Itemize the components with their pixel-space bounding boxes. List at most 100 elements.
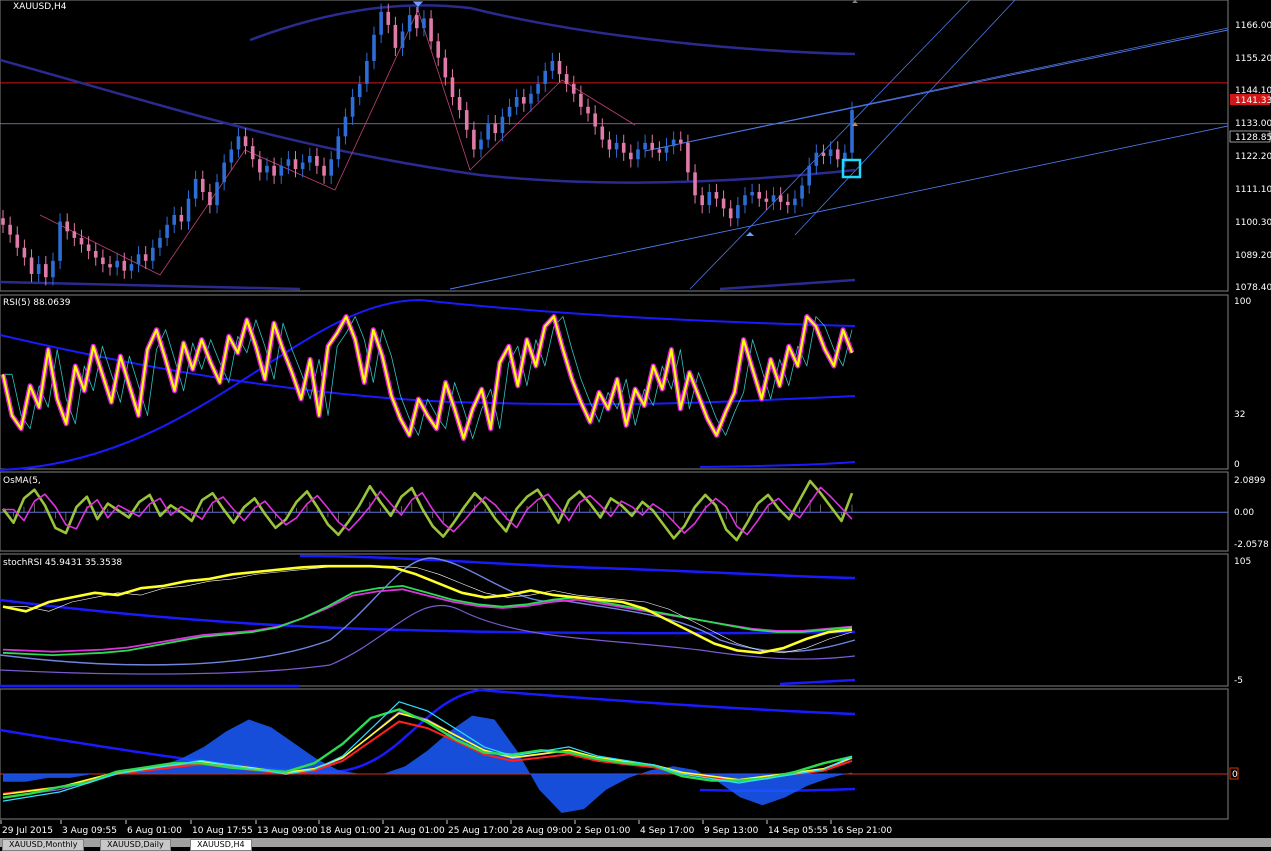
candle-body (486, 123, 490, 140)
candle-body (243, 136, 248, 147)
rsi-lower-band (0, 334, 856, 406)
candle-body (850, 110, 854, 153)
candle-body (714, 192, 719, 199)
candle-body (778, 195, 783, 202)
stochrsi-pane[interactable] (0, 554, 856, 688)
price-pane[interactable] (0, 0, 1229, 291)
price-axis: 1166.00 1155.20 1144.10 1133.00 1122.20 … (1229, 21, 1271, 293)
candle-body (143, 254, 148, 261)
candle-body (614, 142, 619, 150)
candle-body (36, 264, 41, 274)
rsi-bottom-band (699, 461, 856, 468)
candle-body (293, 159, 298, 170)
histogram-pane-frame (0, 688, 1229, 820)
candle-body (172, 214, 177, 225)
time-axis: 29 Jul 2015 3 Aug 09:55 6 Aug 01:00 10 Aug … (0, 820, 892, 836)
histogram-level-label: 0 (1232, 770, 1238, 780)
candle-body (372, 34, 376, 61)
candle-body (721, 198, 726, 209)
histogram-pane[interactable] (0, 688, 1228, 813)
candle-body (129, 264, 134, 271)
candle-body (550, 60, 555, 71)
candle-body (807, 165, 811, 186)
candle-body (700, 195, 704, 206)
hist-area (3, 715, 852, 813)
candle-body (365, 60, 369, 84)
candle-body (200, 178, 205, 193)
rsi-tick: 32 (1234, 410, 1245, 420)
candle-body (621, 142, 626, 153)
candle-body (607, 139, 612, 150)
candle-body (215, 182, 219, 206)
candle-body (771, 195, 776, 202)
tab-xauusd-h4[interactable]: XAUUSD,H4 (190, 839, 252, 851)
candle-body (229, 149, 234, 163)
candle-body (186, 198, 191, 222)
osma-tick: 0.00 (1234, 508, 1254, 518)
candle-body (664, 146, 669, 153)
time-tick-label: 16 Sep 21:00 (832, 826, 892, 836)
candle-body (72, 231, 77, 238)
rsi-glow-line (0, 314, 855, 442)
candle-body (479, 139, 483, 150)
candle-body (65, 221, 70, 232)
rsi-pane-title: RSI(5) 88.0639 (3, 298, 71, 308)
osma-pane[interactable] (0, 479, 1228, 542)
candle-body (828, 149, 833, 156)
tab-xauusd-daily[interactable]: XAUUSD,Daily (100, 839, 171, 851)
candle-body (650, 142, 655, 150)
time-tick-label: 18 Aug 01:00 (320, 826, 381, 836)
candle-body (86, 244, 91, 251)
price-tick: 1133.00 (1235, 119, 1271, 129)
candle-body (108, 264, 112, 268)
candle-body (493, 123, 498, 134)
candle-body (579, 93, 583, 107)
stochrsi-axis: 105 -5 (1234, 557, 1251, 686)
candle-body (743, 195, 747, 206)
time-tick-label: 21 Aug 01:00 (384, 826, 445, 836)
candle-body (300, 162, 305, 170)
price-pane-frame (0, 0, 1229, 292)
candle-body (8, 224, 12, 235)
candle-body (115, 260, 119, 268)
candle-body (250, 146, 255, 160)
osma-tick: 2.0899 (1234, 476, 1266, 486)
candle-body (322, 165, 326, 176)
candle-body (757, 192, 762, 199)
candle-body (586, 106, 590, 114)
candle-body (785, 201, 790, 206)
candle-body (800, 185, 804, 199)
histogram-axis: 0 (1229, 767, 1239, 780)
time-tick-label: 13 Aug 09:00 (257, 826, 318, 836)
candle-body (436, 41, 441, 58)
candle-body (336, 136, 341, 160)
candle-body (671, 139, 676, 147)
candle-body (536, 83, 540, 94)
rsi-tick: 100 (1234, 297, 1251, 307)
candle-body (29, 257, 34, 274)
fractal-up-icon (412, 1, 424, 12)
candle-body (151, 247, 155, 261)
stochrsi-tick: 105 (1234, 557, 1251, 567)
candle-body (557, 60, 562, 75)
candle-body (93, 250, 98, 258)
candle-body (514, 97, 519, 107)
candle-body (464, 110, 469, 130)
candle-body (393, 24, 398, 48)
candle-body (600, 126, 605, 140)
tab-xauusd-monthly[interactable]: XAUUSD,Monthly (2, 839, 85, 851)
time-tick-label: 4 Sep 17:00 (640, 826, 695, 836)
time-tick-label: 3 Aug 09:55 (62, 826, 117, 836)
candle-body (793, 198, 797, 206)
candle-body (564, 74, 569, 84)
candle-body (457, 97, 462, 111)
osma-axis: 2.0899 0.00 -2.0578 (1234, 476, 1269, 550)
candle-body (386, 11, 391, 25)
candle-body (179, 214, 184, 222)
candle-body (58, 221, 62, 261)
rsi-pane[interactable] (0, 298, 856, 471)
time-tick-label: 25 Aug 17:00 (448, 826, 509, 836)
chart-canvas[interactable]: XAUUSD,H4 RSI(5) 88.0639 OsMA(5, stochRS… (0, 0, 1271, 847)
candle-body (15, 234, 20, 248)
candle-body (843, 152, 847, 160)
